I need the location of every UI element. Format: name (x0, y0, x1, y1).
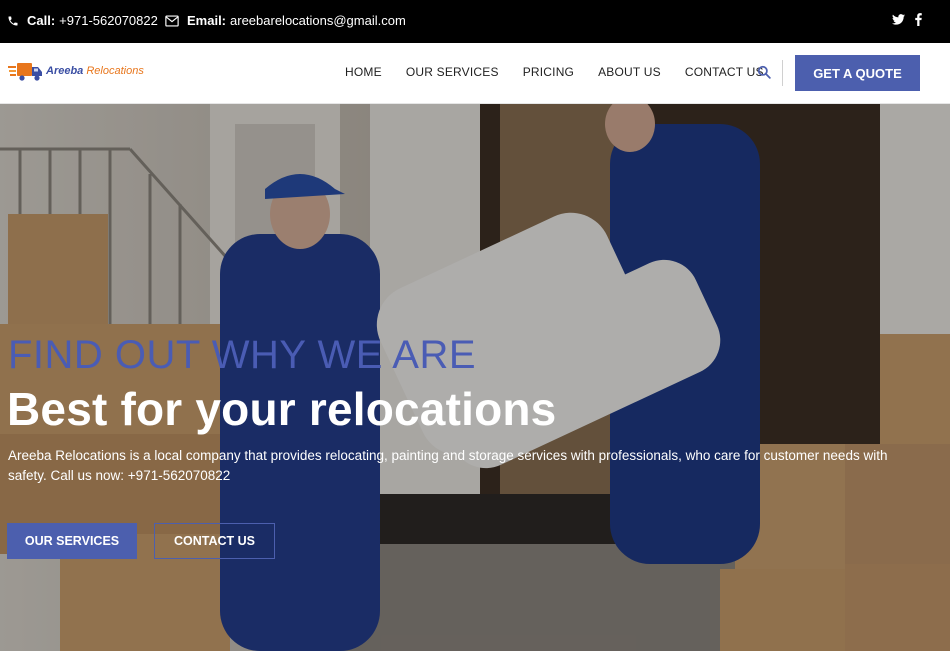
get-a-quote-button[interactable]: GET A QUOTE (795, 55, 920, 91)
logo-text-first: Areeba (46, 65, 84, 77)
email-label: Email: (187, 13, 227, 28)
hero-description: Areeba Relocations is a local company th… (8, 448, 888, 483)
main-nav: HOME OUR SERVICES PRICING ABOUT US CONTA… (345, 65, 788, 79)
call-info[interactable]: Call: +971-562070822 (7, 13, 158, 28)
nav-home[interactable]: HOME (345, 65, 382, 79)
envelope-icon (165, 14, 179, 27)
search-icon[interactable] (757, 65, 771, 79)
hero-section: FIND OUT WHY WE ARE Best for your reloca… (0, 104, 950, 651)
contact-us-button[interactable]: CONTACT US (154, 523, 275, 559)
nav-our-services[interactable]: OUR SERVICES (406, 65, 499, 79)
phone-icon (8, 16, 18, 25)
email-address: areebarelocations@gmail.com (230, 13, 406, 28)
our-services-button[interactable]: OUR SERVICES (7, 523, 137, 559)
moving-truck-logo-icon (8, 63, 42, 81)
email-info[interactable]: Email: areebarelocations@gmail.com (165, 13, 406, 28)
nav-pricing[interactable]: PRICING (523, 65, 574, 79)
header-divider (782, 60, 783, 86)
twitter-icon[interactable] (892, 14, 905, 25)
nav-about-us[interactable]: ABOUT US (598, 65, 661, 79)
call-number: +971-562070822 (59, 13, 158, 28)
social-links (892, 13, 922, 26)
logo-text: Areeba Relocations (46, 65, 144, 77)
nav-contact-us[interactable]: CONTACT US (685, 65, 764, 79)
logo[interactable]: Areeba Relocations (8, 59, 144, 83)
top-bar: Call: +971-562070822 Email: areebareloca… (0, 0, 950, 43)
hero-title: Best for your relocations (7, 383, 557, 435)
logo-text-second: Relocations (86, 65, 144, 77)
main-header: Areeba Relocations HOME OUR SERVICES PRI… (0, 43, 950, 104)
call-label: Call: (27, 13, 56, 28)
hero-kicker: FIND OUT WHY WE ARE (8, 333, 477, 377)
facebook-icon[interactable] (915, 13, 922, 26)
